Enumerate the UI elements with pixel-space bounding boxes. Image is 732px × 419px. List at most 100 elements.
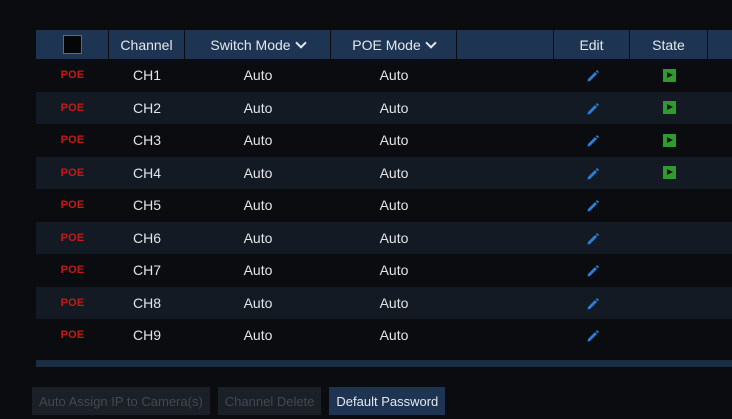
poe-label: POE — [60, 329, 85, 342]
header-channel: Channel — [109, 30, 185, 59]
filler-cell — [708, 92, 732, 125]
switch-mode-cell: Auto — [243, 99, 273, 116]
poe-label: POE — [60, 296, 85, 309]
edit-cell — [554, 287, 630, 320]
pencil-icon[interactable] — [585, 296, 599, 310]
chevron-down-icon — [294, 36, 307, 49]
blank-cell — [457, 189, 554, 222]
blank-cell — [457, 59, 554, 92]
table-row[interactable]: POE CH4 Auto Auto — [36, 156, 732, 190]
pencil-icon[interactable] — [585, 166, 599, 180]
poe-mode-cell: Auto — [379, 99, 409, 116]
channel-cell: CH1 — [132, 67, 161, 84]
poe-mode-cell: Auto — [379, 132, 409, 149]
pencil-icon[interactable] — [585, 231, 599, 245]
select-all-checkbox[interactable] — [62, 35, 82, 54]
poe-cell: POE — [36, 59, 109, 92]
switch-mode-cell: Auto — [243, 164, 273, 181]
horizontal-scrollbar[interactable] — [36, 360, 732, 367]
header-switch-mode[interactable]: Switch Mode — [185, 30, 331, 59]
header-filler — [708, 30, 732, 59]
blank-cell — [457, 254, 554, 287]
default-password-button[interactable]: Default Password — [329, 387, 446, 415]
header-poe-mode-label: POE Mode — [352, 36, 421, 53]
poe-cell: POE — [36, 157, 109, 190]
poe-mode-cell: Auto — [379, 294, 409, 311]
filler-cell — [708, 124, 732, 157]
header-select-all-cell — [36, 30, 109, 59]
play-icon[interactable] — [662, 101, 676, 115]
table-row[interactable]: POE CH3 Auto Auto — [36, 124, 732, 157]
filler-cell — [708, 287, 732, 320]
table-header: Channel Switch Mode POE Mode Edit State — [36, 30, 732, 59]
poe-cell: POE — [36, 287, 109, 320]
header-edit: Edit — [554, 30, 630, 59]
pencil-icon[interactable] — [585, 328, 599, 342]
switch-mode-cell: Auto — [243, 262, 273, 279]
table-row[interactable]: POE CH8 Auto Auto — [36, 286, 732, 320]
table-row[interactable]: POE CH2 Auto Auto — [36, 91, 732, 125]
state-cell — [630, 254, 708, 287]
state-cell — [630, 92, 708, 125]
poe-label: POE — [60, 101, 85, 114]
filler-cell — [708, 59, 732, 92]
channel-cell: CH4 — [132, 164, 161, 181]
table-row[interactable]: POE CH6 Auto Auto — [36, 221, 732, 255]
channel-cell: CH5 — [132, 197, 161, 214]
pencil-icon[interactable] — [585, 198, 599, 212]
channel-cell: CH9 — [132, 327, 161, 344]
switch-mode-cell: Auto — [243, 327, 273, 344]
channel-cell: CH7 — [132, 262, 161, 279]
edit-cell — [554, 189, 630, 222]
poe-label: POE — [60, 69, 85, 82]
header-poe-mode[interactable]: POE Mode — [331, 30, 457, 59]
auto-assign-ip-button[interactable]: Auto Assign IP to Camera(s) — [32, 387, 210, 415]
play-icon[interactable] — [662, 166, 676, 180]
poe-label: POE — [60, 199, 85, 212]
channel-poe-screen: Channel Switch Mode POE Mode Edit State … — [0, 0, 732, 419]
switch-mode-cell: Auto — [243, 67, 273, 84]
edit-cell — [554, 59, 630, 92]
header-blank — [457, 30, 554, 59]
edit-cell — [554, 157, 630, 190]
table-row[interactable]: POE CH7 Auto Auto — [36, 254, 732, 287]
poe-cell: POE — [36, 254, 109, 287]
poe-cell: POE — [36, 124, 109, 157]
blank-cell — [457, 157, 554, 190]
blank-cell — [457, 222, 554, 255]
table-row[interactable]: POE CH1 Auto Auto — [36, 59, 732, 92]
switch-mode-cell: Auto — [243, 294, 273, 311]
poe-cell: POE — [36, 92, 109, 125]
switch-mode-cell: Auto — [243, 132, 273, 149]
pencil-icon[interactable] — [585, 101, 599, 115]
pencil-icon[interactable] — [585, 263, 599, 277]
filler-cell — [708, 319, 732, 352]
switch-mode-cell: Auto — [243, 197, 273, 214]
state-cell — [630, 124, 708, 157]
edit-cell — [554, 124, 630, 157]
channel-delete-button[interactable]: Channel Delete — [217, 387, 322, 415]
filler-cell — [708, 254, 732, 287]
poe-mode-cell: Auto — [379, 327, 409, 344]
poe-cell: POE — [36, 319, 109, 352]
channel-cell: CH6 — [132, 229, 161, 246]
channel-cell: CH2 — [132, 99, 161, 116]
poe-mode-cell: Auto — [379, 164, 409, 181]
poe-cell: POE — [36, 222, 109, 255]
chevron-down-icon — [425, 36, 437, 49]
pencil-icon[interactable] — [585, 133, 599, 147]
table-row[interactable]: POE CH9 Auto Auto — [36, 319, 732, 352]
poe-mode-cell: Auto — [379, 262, 409, 279]
pencil-icon[interactable] — [585, 68, 599, 82]
header-switch-mode-label: Switch Mode — [210, 36, 291, 53]
channel-cell: CH3 — [132, 132, 161, 149]
play-icon[interactable] — [662, 68, 676, 82]
poe-mode-cell: Auto — [379, 229, 409, 246]
state-cell — [630, 189, 708, 222]
switch-mode-cell: Auto — [243, 229, 273, 246]
poe-label: POE — [60, 231, 85, 244]
table-row[interactable]: POE CH5 Auto Auto — [36, 189, 732, 222]
play-icon[interactable] — [662, 133, 676, 147]
edit-cell — [554, 319, 630, 352]
filler-cell — [708, 222, 732, 255]
